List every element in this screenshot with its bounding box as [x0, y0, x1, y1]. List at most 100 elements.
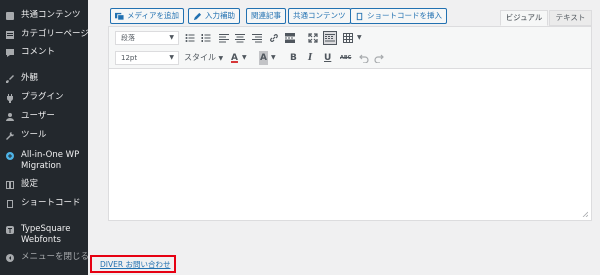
- sidebar-item-common-content[interactable]: 共通コンテンツ: [0, 10, 88, 21]
- sidebar-item-tools[interactable]: ツール: [0, 130, 88, 141]
- font-color-button[interactable]: A: [231, 51, 238, 65]
- bullet-list-button[interactable]: [183, 31, 197, 45]
- sidebar-item-label: コメント: [21, 47, 56, 57]
- user-icon: [5, 112, 15, 122]
- format-select-value: 段落: [121, 34, 135, 42]
- style-dropdown[interactable]: スタイル ▼: [184, 51, 223, 66]
- tools-icon: [5, 131, 15, 141]
- fullscreen-button[interactable]: [306, 31, 320, 45]
- underline-button[interactable]: U: [324, 51, 331, 65]
- tab-text-label: テキスト: [555, 13, 586, 22]
- align-left-icon: [219, 34, 229, 43]
- table-dropdown-chevron-icon[interactable]: ▼: [357, 31, 362, 45]
- align-center-button[interactable]: [233, 31, 247, 45]
- migration-icon: [5, 151, 15, 161]
- sidebar-item-label: カテゴリーページ: [21, 29, 89, 39]
- shortcode-bracket-icon: [355, 12, 364, 21]
- resize-handle-icon[interactable]: [582, 211, 588, 217]
- sidebar-item-label: 外観: [21, 73, 39, 83]
- format-select[interactable]: 段落 ▼: [115, 31, 179, 45]
- typesquare-icon: [5, 225, 15, 235]
- highlight-icon: A: [260, 53, 267, 63]
- sidebar-item-label: TypeSquare Webfonts: [21, 224, 71, 245]
- undo-button[interactable]: [357, 51, 371, 65]
- input-assist-label: 入力補助: [205, 11, 235, 20]
- shortcode-icon: [5, 199, 15, 209]
- sidebar-item-users[interactable]: ユーザー: [0, 111, 88, 122]
- highlight-chevron-icon[interactable]: ▼: [271, 51, 276, 65]
- align-left-button[interactable]: [217, 31, 231, 45]
- insert-shortcode-button[interactable]: ショートコードを挿入: [350, 8, 447, 24]
- sidebar-item-label: プラグイン: [21, 92, 64, 102]
- plugin-icon: [5, 93, 15, 103]
- table-icon: [343, 33, 353, 43]
- align-right-icon: [252, 34, 262, 43]
- category-page-icon: [5, 30, 15, 40]
- more-tag-button[interactable]: [283, 31, 297, 45]
- related-posts-label: 関連記事: [251, 11, 281, 20]
- redo-button[interactable]: [372, 51, 386, 65]
- sidebar-item-settings[interactable]: 設定: [0, 179, 88, 190]
- highlight-button[interactable]: A: [259, 51, 268, 65]
- add-media-label: メディアを追加: [127, 11, 179, 20]
- insert-link-button[interactable]: [267, 31, 281, 45]
- common-content-button[interactable]: 共通コンテンツ: [288, 8, 351, 24]
- editor-toolbar: 段落 ▼ ▼ 12pt ▼ スタイル ▼ A ▼ A ▼ B I U ABC: [109, 27, 591, 69]
- bold-button[interactable]: B: [290, 51, 297, 65]
- collapse-menu-button[interactable]: メニューを閉じる: [0, 252, 90, 263]
- numbered-list-button[interactable]: [199, 31, 213, 45]
- toolbar-toggle-icon: [325, 34, 335, 42]
- font-size-select-value: 12pt: [121, 54, 138, 62]
- chevron-down-icon: ▼: [169, 54, 174, 61]
- sidebar-item-plugins[interactable]: プラグイン: [0, 92, 88, 103]
- sidebar-item-shortcode[interactable]: ショートコード: [0, 198, 88, 209]
- table-button[interactable]: [341, 31, 355, 45]
- settings-icon: [5, 180, 15, 190]
- media-icon: [115, 12, 124, 21]
- sidebar-item-category-page[interactable]: カテゴリーページ: [0, 29, 89, 40]
- strikethrough-icon: ABC: [340, 55, 352, 61]
- numbered-list-icon: [201, 34, 211, 42]
- diver-contact-link[interactable]: DIVER お問い合わせ: [100, 259, 170, 270]
- appearance-icon: [5, 74, 15, 84]
- more-tag-icon: [285, 33, 295, 43]
- sidebar-item-label: ユーザー: [21, 111, 55, 121]
- italic-button[interactable]: I: [308, 51, 312, 65]
- bold-icon: B: [290, 53, 297, 63]
- link-icon: [270, 34, 278, 42]
- font-size-select[interactable]: 12pt ▼: [115, 51, 179, 65]
- tab-visual[interactable]: ビジュアル: [500, 10, 548, 26]
- sidebar-item-typesquare-webfonts[interactable]: TypeSquare Webfonts: [0, 224, 88, 246]
- strikethrough-button[interactable]: ABC: [340, 51, 351, 65]
- chevron-down-icon: ▼: [218, 55, 224, 62]
- font-color-icon: A: [231, 53, 238, 63]
- common-content-label: 共通コンテンツ: [293, 11, 346, 20]
- add-media-button[interactable]: メディアを追加: [110, 8, 184, 24]
- toolbar-toggle-button[interactable]: [323, 31, 337, 45]
- fullscreen-icon: [308, 33, 318, 43]
- bullet-list-icon: [185, 34, 195, 42]
- content-editor: 段落 ▼ ▼ 12pt ▼ スタイル ▼ A ▼ A ▼ B I U ABC: [108, 26, 592, 221]
- input-assist-button[interactable]: 入力補助: [188, 8, 240, 24]
- italic-icon: I: [308, 53, 313, 63]
- style-dropdown-label: スタイル: [184, 53, 216, 62]
- collapse-menu-label: メニューを閉じる: [21, 252, 90, 262]
- sidebar-item-label: 設定: [21, 179, 39, 189]
- undo-icon: [359, 54, 369, 63]
- sidebar-item-all-in-one-wp-migration[interactable]: All-in-One WP Migration: [0, 150, 88, 172]
- admin-sidebar: 共通コンテンツ カテゴリーページ コメント 外観 プラグイン ユーザー ツール …: [0, 0, 90, 275]
- sidebar-item-appearance[interactable]: 外観: [0, 73, 88, 84]
- tab-visual-label: ビジュアル: [505, 13, 543, 22]
- sidebar-item-comments[interactable]: コメント: [0, 47, 88, 58]
- sidebar-item-label: All-in-One WP Migration: [21, 150, 80, 171]
- underline-icon: U: [324, 53, 332, 63]
- tab-text[interactable]: テキスト: [549, 10, 592, 26]
- insert-shortcode-label: ショートコードを挿入: [367, 11, 442, 20]
- common-content-icon: [5, 11, 15, 21]
- related-posts-button[interactable]: 関連記事: [246, 8, 286, 24]
- comment-icon: [5, 48, 15, 58]
- font-color-chevron-icon[interactable]: ▼: [242, 51, 247, 65]
- editor-content-area[interactable]: [109, 70, 591, 220]
- sidebar-item-label: ショートコード: [21, 198, 81, 208]
- align-right-button[interactable]: [250, 31, 264, 45]
